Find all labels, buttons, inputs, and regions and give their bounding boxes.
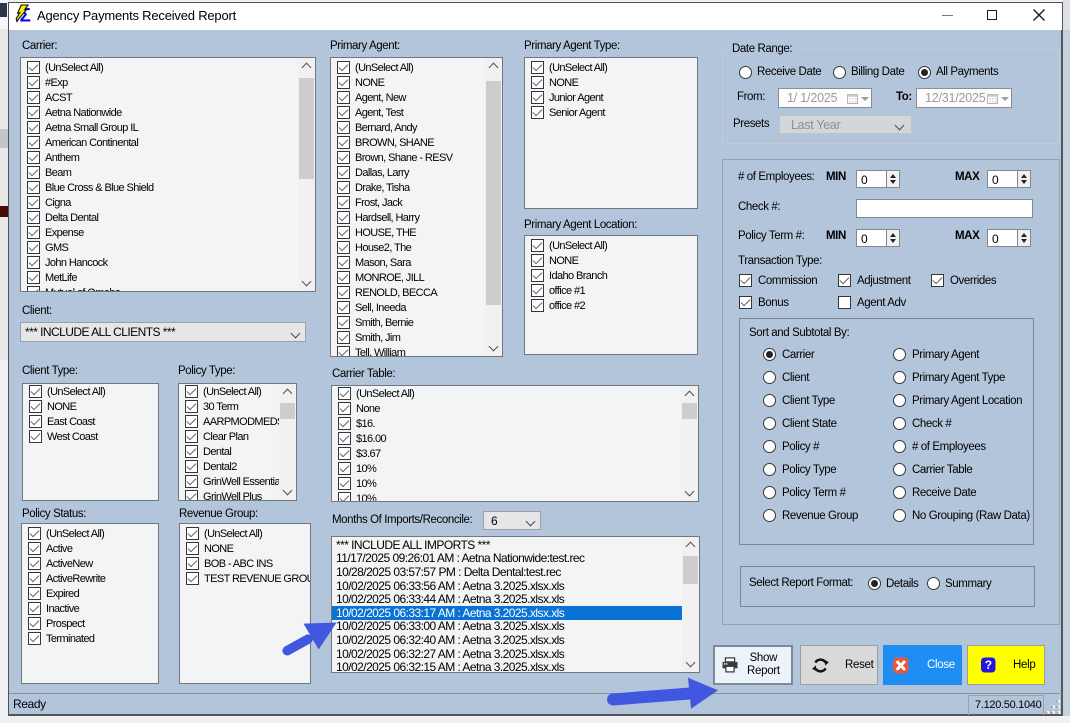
svg-text:?: ? — [985, 658, 992, 672]
